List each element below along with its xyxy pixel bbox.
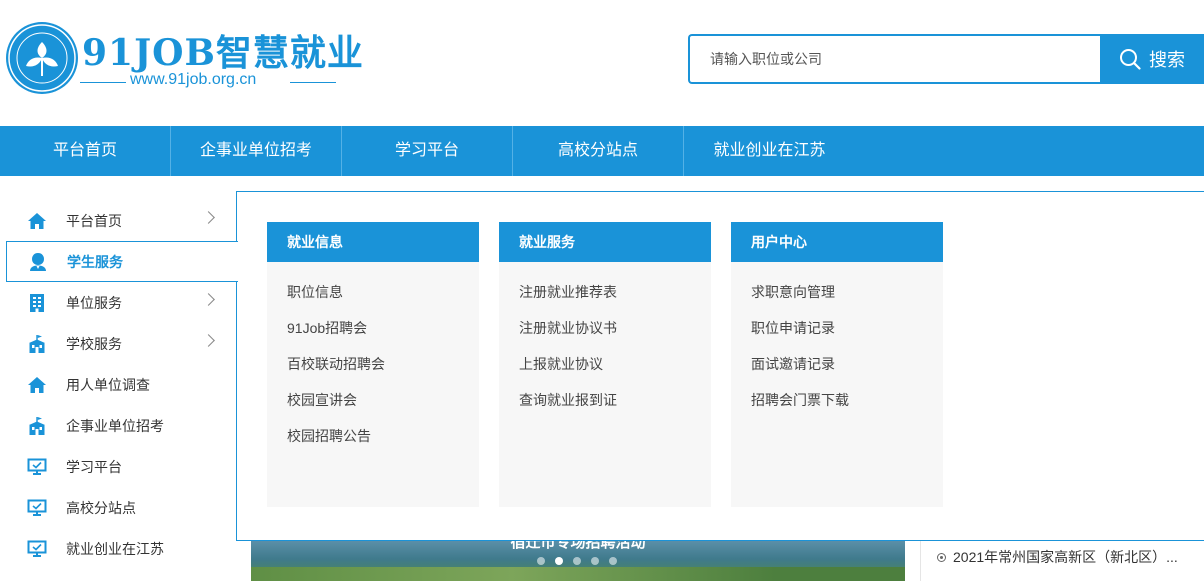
column-user-center: 用户中心 求职意向管理 职位申请记录 面试邀请记录 招聘会门票下载 xyxy=(731,222,943,507)
sidebar-item-label: 用人单位调查 xyxy=(66,376,150,393)
sidebar-item-home[interactable]: 平台首页 xyxy=(6,200,237,241)
sidebar-item-label: 高校分站点 xyxy=(66,499,136,516)
sidebar-item-label: 平台首页 xyxy=(66,212,122,229)
logo-url: www.91job.org.cn xyxy=(130,71,257,88)
student-services-dropdown: 就业信息 职位信息 91Job招聘会 百校联动招聘会 校园宣讲会 校园招聘公告 … xyxy=(236,191,1204,541)
logo-emblem-icon xyxy=(6,22,78,94)
link-91job-job-fair[interactable]: 91Job招聘会 xyxy=(267,310,479,346)
carousel-dot-active[interactable] xyxy=(555,557,563,565)
column-employment-services: 就业服务 注册就业推荐表 注册就业协议书 上报就业协议 查询就业报到证 xyxy=(499,222,711,507)
sidebar-item-employer-survey[interactable]: 用人单位调查 xyxy=(6,364,237,405)
bullet-icon xyxy=(937,552,946,562)
search-icon xyxy=(1120,49,1141,70)
carousel-dot[interactable] xyxy=(573,557,581,565)
site-logo[interactable]: 91JOB智慧就业 www.91job.org.cn xyxy=(6,22,363,98)
link-campus-recruitment-notice[interactable]: 校园招聘公告 xyxy=(267,418,479,454)
link-query-registration-certificate[interactable]: 查询就业报到证 xyxy=(499,382,711,418)
link-job-fair-ticket-download[interactable]: 招聘会门票下载 xyxy=(731,382,943,418)
carousel-dot[interactable] xyxy=(591,557,599,565)
sidebar-item-label: 学习平台 xyxy=(66,458,122,475)
sidebar-item-student-services[interactable]: 学生服务 xyxy=(6,241,238,282)
link-register-employment-agreement[interactable]: 注册就业协议书 xyxy=(499,310,711,346)
chevron-right-icon xyxy=(202,334,215,347)
news-item[interactable]: 2021年常州国家高新区（新北区）... xyxy=(937,547,1204,567)
carousel-dots xyxy=(537,557,617,565)
sidebar-item-school-services[interactable]: 学校服务 xyxy=(6,323,237,364)
search-input[interactable] xyxy=(688,34,1102,84)
carousel-dot[interactable] xyxy=(537,557,545,565)
link-campus-presentation[interactable]: 校园宣讲会 xyxy=(267,382,479,418)
sidebar-item-recruitment-exam[interactable]: 企事业单位招考 xyxy=(6,405,237,446)
topnav-item-university-sites[interactable]: 高校分站点 xyxy=(513,126,684,176)
link-application-records[interactable]: 职位申请记录 xyxy=(731,310,943,346)
logo-title: 91JOB智慧就业 xyxy=(82,32,364,74)
sidebar-item-employer-services[interactable]: 单位服务 xyxy=(6,282,237,323)
home-icon xyxy=(26,374,48,396)
search-bar: 搜索 xyxy=(688,34,1204,84)
chevron-right-icon xyxy=(202,293,215,306)
link-submit-employment-agreement[interactable]: 上报就业协议 xyxy=(499,346,711,382)
chevron-right-icon xyxy=(202,211,215,224)
topnav-item-jiangsu-employment[interactable]: 就业创业在江苏 xyxy=(684,126,855,176)
search-button[interactable]: 搜索 xyxy=(1100,34,1204,84)
sidebar-item-university-sites[interactable]: 高校分站点 xyxy=(6,487,237,528)
sidebar-item-label: 学校服务 xyxy=(66,335,122,352)
link-job-intention[interactable]: 求职意向管理 xyxy=(731,274,943,310)
home-icon xyxy=(26,210,48,232)
column-employment-info: 就业信息 职位信息 91Job招聘会 百校联动招聘会 校园宣讲会 校园招聘公告 xyxy=(267,222,479,507)
monitor-icon xyxy=(26,538,48,560)
sidebar-item-learning-platform[interactable]: 学习平台 xyxy=(6,446,237,487)
logo-url-line-left xyxy=(80,82,126,83)
building-icon xyxy=(26,292,48,314)
school-icon xyxy=(26,415,48,437)
news-list: 2021年常州国家高新区（新北区）... xyxy=(920,541,1204,581)
school-icon xyxy=(26,333,48,355)
topnav-item-learning[interactable]: 学习平台 xyxy=(342,126,513,176)
carousel-dot[interactable] xyxy=(609,557,617,565)
link-interview-invitations[interactable]: 面试邀请记录 xyxy=(731,346,943,382)
top-nav: 平台首页 企事业单位招考 学习平台 高校分站点 就业创业在江苏 xyxy=(0,126,1204,176)
monitor-icon xyxy=(26,497,48,519)
sidebar-item-jiangsu-employment[interactable]: 就业创业在江苏 xyxy=(6,528,237,569)
sidebar-item-label: 就业创业在江苏 xyxy=(66,540,164,557)
monitor-icon xyxy=(26,456,48,478)
topnav-item-recruitment-exam[interactable]: 企事业单位招考 xyxy=(171,126,342,176)
sidebar: 平台首页 学生服务 单位服务 学校服务 用人单位调查 企事业单位招考 学习平台 … xyxy=(6,200,238,581)
topnav-item-home[interactable]: 平台首页 xyxy=(0,126,171,176)
logo-url-line-right xyxy=(290,82,336,83)
column-title: 就业信息 xyxy=(267,222,479,262)
link-multi-school-job-fair[interactable]: 百校联动招聘会 xyxy=(267,346,479,382)
student-icon xyxy=(27,251,49,273)
search-button-label: 搜索 xyxy=(1149,50,1185,70)
link-register-recommendation-form[interactable]: 注册就业推荐表 xyxy=(499,274,711,310)
link-job-info[interactable]: 职位信息 xyxy=(267,274,479,310)
column-title: 就业服务 xyxy=(499,222,711,262)
sidebar-item-label: 企事业单位招考 xyxy=(66,417,164,434)
news-item-title: 2021年常州国家高新区（新北区）... xyxy=(953,549,1178,565)
banner-caption: 宿迁市专场招聘活动 xyxy=(510,541,646,551)
sidebar-item-label: 学生服务 xyxy=(67,253,123,270)
sidebar-item-label: 单位服务 xyxy=(66,294,122,311)
column-title: 用户中心 xyxy=(731,222,943,262)
